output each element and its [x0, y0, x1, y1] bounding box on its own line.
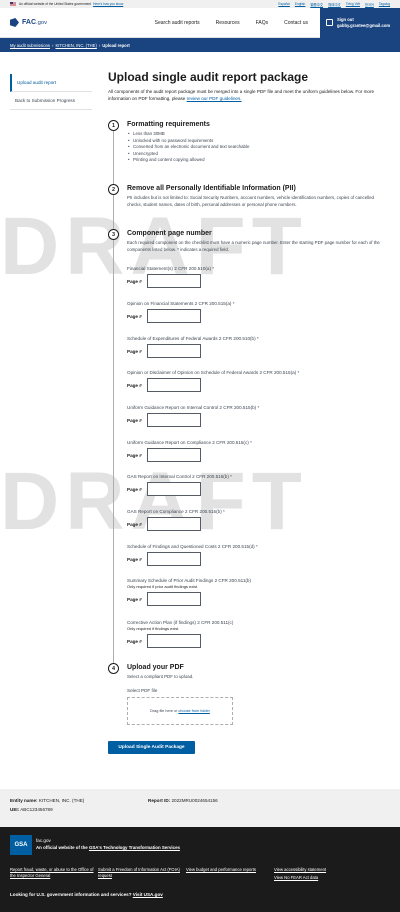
step-title: Component page number [127, 230, 212, 237]
step-description: Select a compliant PDF to upload. [127, 674, 194, 679]
step-number: 4 [108, 663, 119, 674]
step-number: 2 [108, 184, 119, 195]
field-ug-compliance: Uniform Guidance Report on Compliance 2 … [127, 440, 377, 462]
step-number: 3 [108, 229, 119, 240]
page-number-input[interactable] [147, 378, 201, 392]
sign-out-button[interactable]: Sign out gabby.grantee@gmail.com [320, 7, 400, 38]
breadcrumb-separator-icon: › [98, 42, 101, 48]
choose-from-folder-link[interactable]: choose from folder [178, 709, 209, 713]
step-connector [113, 131, 114, 666]
field-gas-internal-control: GAS Report on Internal Control 2 CFR 200… [127, 474, 377, 496]
breadcrumb: My audit submissions › KITCHEN, INC. (TH… [0, 38, 400, 52]
footer-link-budget[interactable]: View budget and performance reports [186, 867, 274, 873]
page-number-input[interactable] [147, 592, 201, 606]
fac-logo-icon [10, 18, 19, 27]
page-number-input[interactable] [147, 517, 201, 531]
usa-gov-link[interactable]: Visit USA.gov [133, 892, 163, 897]
field-gas-compliance: GAS Report on Compliance 2 CFR 200.515(b… [127, 509, 377, 531]
nav-contact-us[interactable]: Contact us [276, 20, 316, 26]
lang-es[interactable]: Español [278, 2, 290, 7]
language-selector: Español English 繁體中文 简体中文 Tiếng Việt 한국어… [278, 2, 390, 7]
field-sefa: Schedule of Expenditures of Federal Awar… [127, 336, 377, 358]
page-number-input[interactable] [147, 344, 201, 358]
lang-en[interactable]: English [295, 2, 305, 7]
page-number-input[interactable] [147, 309, 201, 323]
sidebar-nav: Upload audit report Back to Submission P… [10, 74, 92, 110]
list-item: Less than 30MB [127, 131, 389, 138]
lang-zh-hans[interactable]: 简体中文 [328, 2, 341, 7]
pdf-guidelines-link[interactable]: review our PDF guidelines. [187, 96, 242, 101]
lang-tl[interactable]: Tagalog [379, 2, 390, 7]
breadcrumb-current: Upload report [102, 42, 130, 48]
entity-name: KITCHEN, INC. (THE) [38, 798, 85, 803]
list-item: Unlocked with no password requirements [127, 138, 389, 145]
step-description: PII includes but is not limited to: Soci… [127, 195, 374, 207]
page-number-input[interactable] [147, 552, 201, 566]
site-footer: GSA fac.gov An official website of the G… [0, 827, 400, 912]
lang-ko[interactable]: 한국어 [365, 2, 374, 7]
footer-link-oig[interactable]: Report fraud, waste, or abuse to the Off… [10, 867, 98, 880]
nav-search-audit-reports[interactable]: Search audit reports [147, 20, 208, 26]
gsa-logo-icon[interactable]: GSA [10, 835, 32, 855]
page-number-input[interactable] [147, 448, 201, 462]
page-title: Upload single audit report package [108, 70, 309, 84]
formatting-list: Less than 30MB Unlocked with no password… [127, 131, 389, 164]
footer-link-accessibility[interactable]: View accessibility statement [274, 867, 362, 873]
page-number-input[interactable] [147, 634, 201, 648]
step-title: Formatting requirements [127, 121, 210, 128]
step-description: Each required component on the checklist… [127, 240, 380, 252]
lang-vi[interactable]: Tiếng Việt [346, 2, 360, 7]
sign-out-icon [326, 19, 333, 26]
uei-value: ABC123456789 [20, 807, 53, 812]
breadcrumb-entity[interactable]: KITCHEN, INC. (THE) [55, 43, 96, 48]
sidebar-item-upload-report[interactable]: Upload audit report [10, 74, 92, 92]
list-item: Printing and content copying allowed [127, 157, 389, 164]
draft-watermark: DRAFT [0, 456, 308, 547]
file-dropzone[interactable]: Drag file here or choose from folder [127, 697, 233, 725]
upload-package-button[interactable]: Upload Single Audit Package [108, 741, 195, 754]
us-flag-icon [10, 2, 16, 6]
breadcrumb-separator-icon: › [52, 42, 54, 48]
step-title: Upload your PDF [127, 664, 184, 671]
intro-text: All components of the audit report packa… [108, 89, 375, 101]
logo-suffix: .gov [36, 20, 48, 26]
footer-links: Report fraud, waste, or abuse to the Off… [10, 867, 390, 884]
heres-how-link[interactable]: Here's how you know [93, 2, 123, 6]
page-number-input[interactable] [147, 482, 201, 496]
field-financial-statements: Financial Statement(s) 2 CFR 200.510(a) … [127, 266, 377, 288]
field-findings-questioned-costs: Schedule of Findings and Questioned Cost… [127, 544, 377, 566]
field-ug-internal-control: Uniform Guidance Report on Internal Cont… [127, 405, 377, 427]
nav-faqs[interactable]: FAQs [248, 20, 277, 26]
field-opinion-sefa: Opinion or Disclaimer of Opinion on Sche… [127, 370, 377, 392]
footer-link-foia[interactable]: Submit a Freedom of Information Act (FOI… [98, 867, 186, 880]
page-number-input[interactable] [147, 413, 201, 427]
gsa-tts-link[interactable]: GSA's Technology Transformation Services [89, 845, 180, 850]
field-corrective-action-plan: Corrective Action Plan (if findings) 2 C… [127, 620, 377, 648]
gov-banner-text: An official website of the United States… [19, 2, 92, 6]
entity-info: Entity name: KITCHEN, INC. (THE) Report … [0, 789, 400, 827]
main-content: Upload single audit report package All c… [108, 70, 390, 102]
step-title: Remove all Personally Identifiable Infor… [127, 185, 296, 192]
footer-link-no-fear[interactable]: View No FEAR Act data [274, 875, 362, 881]
field-prior-audit-findings: Summary Schedule of Prior Audit Findings… [127, 578, 377, 606]
site-header: FAC.gov Search audit reports Resources F… [0, 7, 400, 38]
sidebar-item-back-to-progress[interactable]: Back to Submission Progress [10, 92, 92, 110]
field-opinion-financial: Opinion on Financial Statements 2 CFR 20… [127, 301, 377, 323]
fac-logo[interactable]: FAC.gov [0, 18, 110, 27]
footer-domain: fac.gov [36, 838, 51, 844]
nav-resources[interactable]: Resources [208, 20, 248, 26]
step-number: 1 [108, 120, 119, 131]
lang-zh-hant[interactable]: 繁體中文 [310, 2, 323, 7]
breadcrumb-my-submissions[interactable]: My audit submissions [10, 43, 50, 48]
user-email: gabby.grantee@gmail.com [337, 22, 391, 28]
report-id: 2022MRU0024654156 [171, 798, 218, 803]
page-number-input[interactable] [147, 274, 201, 288]
list-item: Converted from an electronic document an… [127, 144, 389, 151]
logo-text: FAC [22, 19, 36, 26]
list-item: Unencrypted [127, 151, 389, 158]
select-pdf-label: Select PDF file [127, 688, 158, 693]
main-nav: Search audit reports Resources FAQs Cont… [110, 20, 316, 26]
